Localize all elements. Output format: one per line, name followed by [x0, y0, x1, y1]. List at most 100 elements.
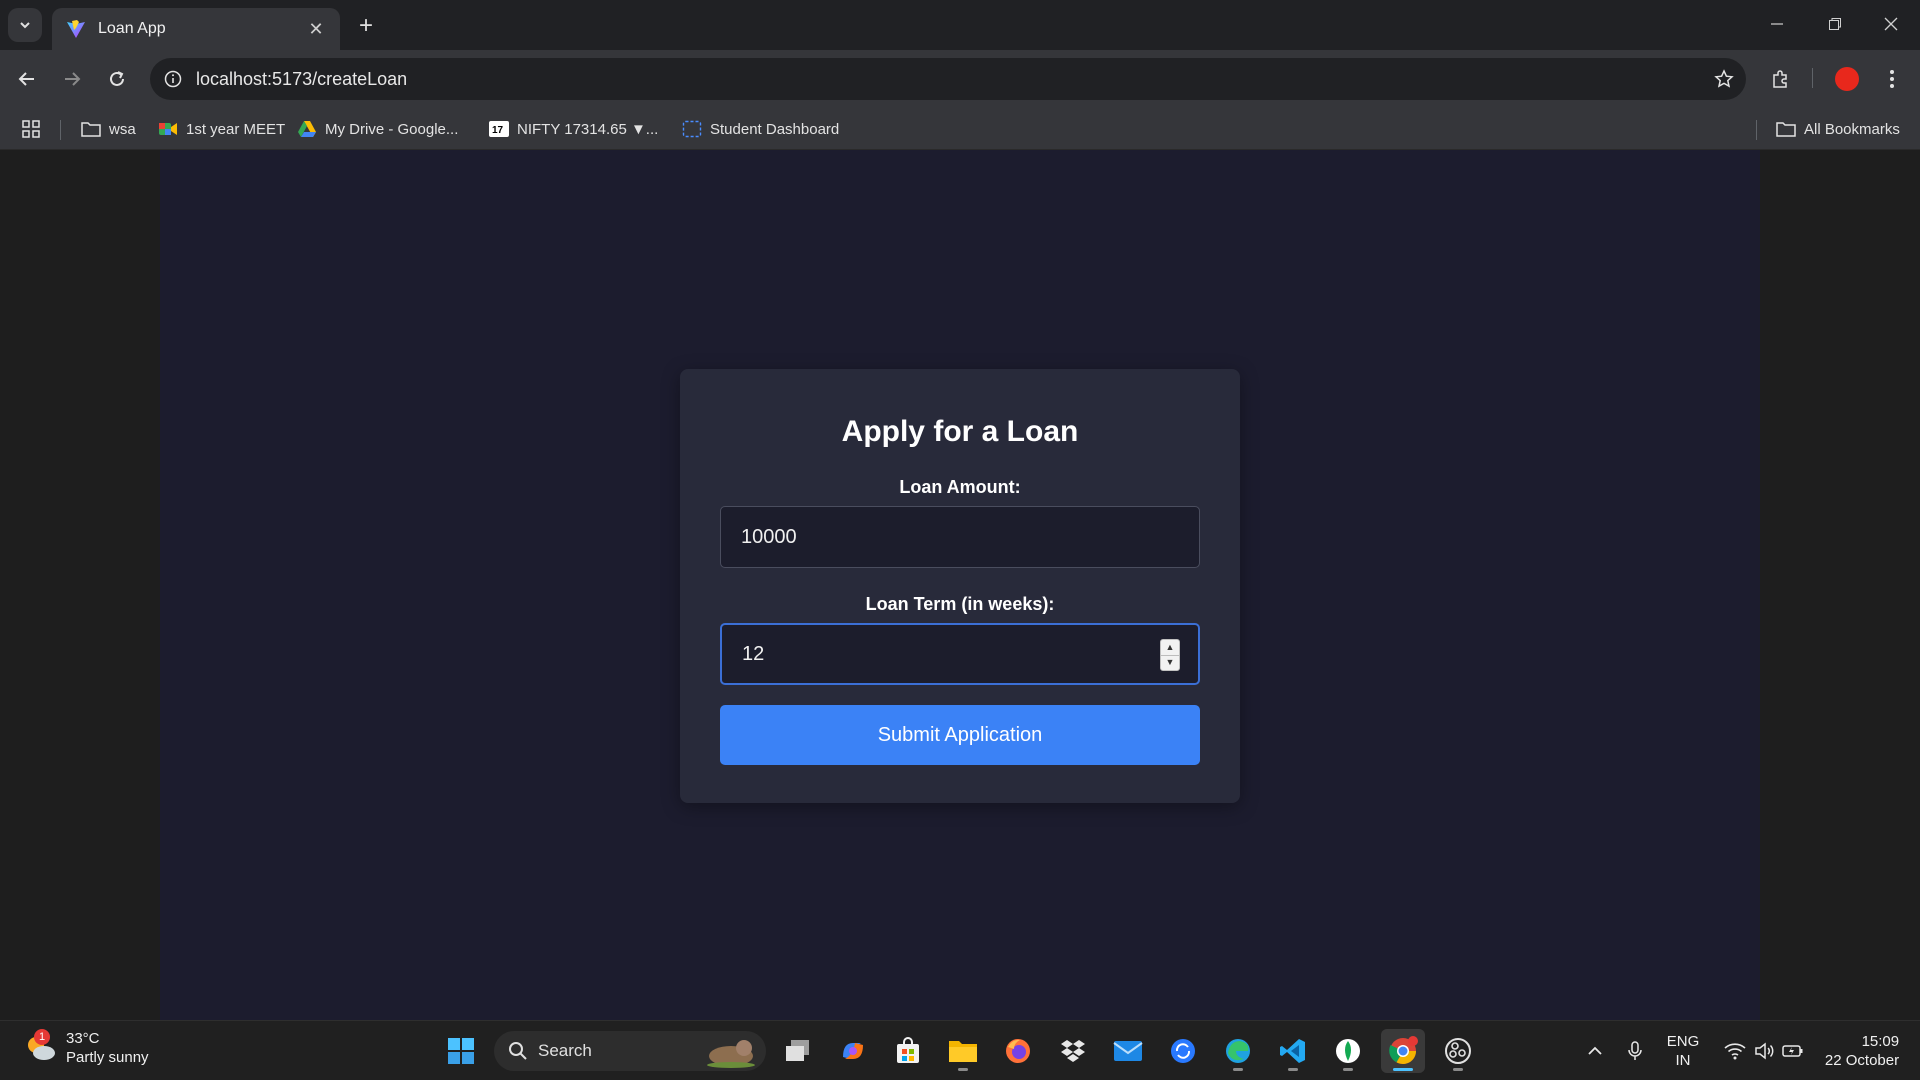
minimize-button[interactable]: [1748, 0, 1806, 48]
extensions-icon[interactable]: [1763, 61, 1799, 97]
windows-logo-icon: [448, 1038, 474, 1064]
bookmark-student-dashboard[interactable]: Student Dashboard: [682, 116, 839, 142]
taskbar-vscode[interactable]: [1271, 1029, 1315, 1073]
language-code: ENG: [1666, 1033, 1700, 1050]
microphone-icon: [1628, 1041, 1642, 1060]
loan-term-value: 12: [742, 642, 765, 665]
restore-icon: [1829, 18, 1841, 30]
taskbar-file-explorer[interactable]: [941, 1029, 985, 1073]
mongodb-icon: [1336, 1039, 1360, 1063]
loan-term-input[interactable]: 12 ▲ ▼: [720, 623, 1200, 685]
taskbar-mail[interactable]: [1106, 1029, 1150, 1073]
menu-button[interactable]: [1874, 61, 1910, 97]
bookmark-star-icon[interactable]: [1702, 69, 1746, 89]
taskbar-edge[interactable]: [1216, 1029, 1260, 1073]
bookmarks-divider: [60, 120, 61, 140]
folder-icon: [81, 119, 101, 139]
reload-button[interactable]: [99, 61, 135, 97]
loan-amount-label: Loan Amount:: [899, 477, 1021, 497]
battery-charging-icon: [1782, 1045, 1803, 1057]
dashboard-icon: [682, 119, 702, 139]
bookmark-label: NIFTY 17314.65 ▼...: [517, 120, 659, 138]
bookmark-label: 1st year MEET: [186, 120, 286, 138]
address-bar[interactable]: localhost:5173/createLoan: [150, 58, 1746, 100]
obs-icon: [1445, 1038, 1471, 1064]
bookmark-nifty[interactable]: 17 NIFTY 17314.65 ▼...: [489, 116, 658, 142]
folder-icon: [1776, 119, 1796, 139]
microphone-button[interactable]: [1620, 1021, 1650, 1080]
site-info-icon[interactable]: [150, 58, 196, 100]
app-container: Apply for a Loan Loan Amount: 10000 Loan…: [160, 150, 1760, 1020]
chevron-down-icon: [20, 22, 30, 29]
profile-avatar[interactable]: [1829, 61, 1865, 97]
taskbar-obs[interactable]: [1436, 1029, 1480, 1073]
quick-settings-button[interactable]: [1716, 1021, 1812, 1080]
bookmark-1st-year-meet[interactable]: 1st year MEET: [158, 116, 285, 142]
bookmark-label: Student Dashboard: [710, 120, 840, 138]
restore-button[interactable]: [1806, 0, 1864, 48]
weather-description: Partly sunny: [66, 1049, 149, 1066]
running-indicator: [1343, 1068, 1353, 1071]
weather-widget[interactable]: 1 33°C Partly sunny: [24, 1029, 149, 1067]
tab-loan-app[interactable]: Loan App ✕: [52, 8, 340, 50]
bookmark-label: wsa: [109, 120, 136, 138]
search-highlight-icon: [707, 1040, 755, 1068]
number-stepper[interactable]: ▲ ▼: [1160, 639, 1180, 671]
running-indicator: [1233, 1068, 1243, 1071]
new-tab-button[interactable]: +: [352, 12, 380, 40]
language-indicator[interactable]: ENG IN: [1660, 1021, 1706, 1080]
all-bookmarks-button[interactable]: All Bookmarks: [1776, 116, 1900, 142]
vscode-icon: [1280, 1039, 1305, 1063]
copilot-icon: [843, 1043, 863, 1059]
windows-taskbar: 1 33°C Partly sunny Search ENG IN 15:09 …: [0, 1020, 1920, 1080]
taskbar-search[interactable]: Search: [494, 1031, 766, 1071]
arrow-right-icon: [65, 72, 81, 86]
wifi-icon: [1724, 1043, 1746, 1060]
taskbar-firefox[interactable]: [996, 1029, 1040, 1073]
page-title: Apply for a Loan: [841, 415, 1079, 448]
firefox-icon: [1006, 1039, 1030, 1063]
browser-titlebar: Loan App ✕ +: [0, 0, 1920, 50]
edge-icon: [1226, 1039, 1250, 1063]
url-text[interactable]: localhost:5173/createLoan: [196, 69, 1702, 90]
forward-button[interactable]: [54, 61, 90, 97]
close-icon: [1884, 17, 1898, 31]
submit-application-button[interactable]: Submit Application: [720, 705, 1200, 765]
chevron-up-icon: [1588, 1046, 1602, 1055]
taskbar-mongodb[interactable]: [1326, 1029, 1370, 1073]
apps-button[interactable]: [21, 116, 41, 142]
taskbar-chrome[interactable]: [1381, 1029, 1425, 1073]
back-button[interactable]: [9, 61, 45, 97]
apps-grid-icon: [22, 120, 40, 138]
bookmarks-bar: wsa 1st year MEET My Drive - Google... 1…: [0, 108, 1920, 150]
stepper-down-icon[interactable]: ▼: [1161, 654, 1179, 671]
bookmarks-divider-right: [1756, 120, 1757, 140]
vite-logo-icon: [67, 20, 85, 38]
show-hidden-icons-button[interactable]: [1580, 1021, 1610, 1080]
partly-sunny-icon: 1: [24, 1029, 58, 1065]
bookmark-wsa[interactable]: wsa: [81, 116, 136, 142]
taskbar-dropbox[interactable]: [1051, 1029, 1095, 1073]
taskbar-store[interactable]: [886, 1029, 930, 1073]
close-window-button[interactable]: [1862, 0, 1920, 48]
task-view-button[interactable]: [776, 1029, 820, 1073]
volume-icon: [1755, 1042, 1774, 1060]
taskbar-sync-app[interactable]: [1161, 1029, 1205, 1073]
stepper-up-icon[interactable]: ▲: [1161, 640, 1179, 655]
loan-amount-input[interactable]: 10000: [720, 506, 1200, 568]
avatar-icon: [1835, 67, 1859, 91]
weather-temperature: 33°C: [66, 1030, 100, 1047]
browser-toolbar: localhost:5173/createLoan: [0, 50, 1920, 108]
search-label: Search: [538, 1041, 592, 1060]
close-tab-icon[interactable]: ✕: [306, 19, 326, 39]
dropbox-icon: [1061, 1040, 1085, 1062]
start-button[interactable]: [439, 1029, 483, 1073]
clock[interactable]: 15:09 22 October: [1812, 1021, 1912, 1080]
taskbar-copilot[interactable]: [831, 1029, 875, 1073]
tab-search-button[interactable]: [8, 8, 42, 42]
bookmark-my-drive[interactable]: My Drive - Google...: [297, 116, 458, 142]
kebab-menu-icon: [1890, 70, 1894, 88]
running-indicator: [958, 1068, 968, 1071]
active-indicator: [1393, 1068, 1413, 1071]
folder-icon: [949, 1041, 977, 1062]
